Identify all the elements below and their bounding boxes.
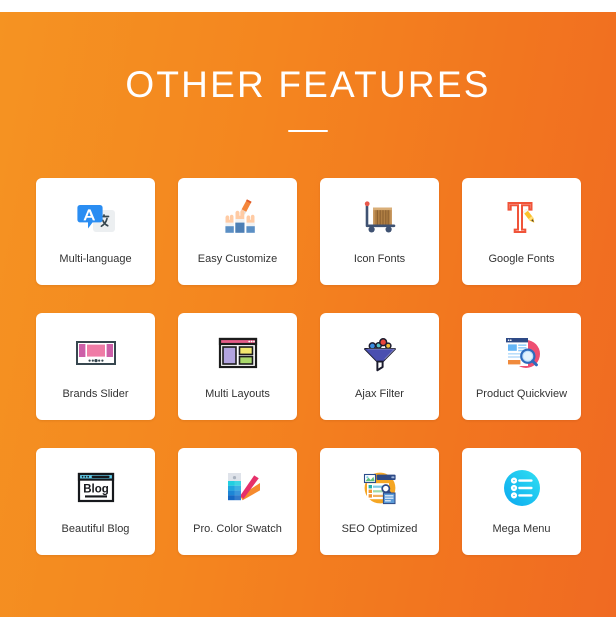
feature-label: SEO Optimized	[341, 523, 418, 535]
feature-label: Multi Layouts	[205, 388, 270, 400]
list-circle-icon	[496, 462, 548, 514]
feature-label: Brands Slider	[62, 388, 129, 400]
features-grid: Multi-language Easy Customize Icon Fonts…	[36, 178, 581, 555]
browser-layout-icon	[212, 327, 264, 379]
feature-label: Icon Fonts	[353, 253, 406, 265]
hands-pencil-icon	[212, 192, 264, 244]
feature-card-multi-layouts[interactable]: Multi Layouts	[178, 313, 297, 420]
section-header: OTHER FEATURES	[0, 12, 616, 132]
feature-card-easy-customize[interactable]: Easy Customize	[178, 178, 297, 285]
feature-label: Pro. Color Swatch	[193, 523, 282, 535]
feature-card-pro-color-swatch[interactable]: Pro. Color Swatch	[178, 448, 297, 555]
hand-truck-box-icon	[354, 192, 406, 244]
translate-icon	[70, 192, 122, 244]
page-title: OTHER FEATURES	[125, 64, 491, 105]
feature-label: Easy Customize	[197, 253, 278, 265]
other-features-section: OTHER FEATURES Multi-language Easy Custo…	[0, 12, 616, 617]
feature-label: Multi-language	[59, 253, 132, 265]
blog-window-icon: Blog	[70, 462, 122, 514]
funnel-balls-icon	[354, 327, 406, 379]
feature-label: Google Fonts	[488, 253, 555, 265]
feature-card-seo-optimized[interactable]: SEO Optimized	[320, 448, 439, 555]
feature-label: Mega Menu	[492, 523, 551, 535]
letter-t-pen-icon	[496, 192, 548, 244]
seo-documents-icon	[354, 462, 406, 514]
page-root: OTHER FEATURES Multi-language Easy Custo…	[0, 0, 616, 617]
feature-card-mega-menu[interactable]: Mega Menu	[462, 448, 581, 555]
title-divider	[288, 130, 328, 132]
top-white-strip	[0, 0, 616, 12]
svg-text:Blog: Blog	[83, 484, 109, 496]
feature-label: Beautiful Blog	[61, 523, 130, 535]
page-magnifier-icon	[496, 327, 548, 379]
carousel-slider-icon	[70, 327, 122, 379]
color-fan-icon	[212, 462, 264, 514]
feature-label: Ajax Filter	[355, 388, 404, 400]
feature-card-icon-fonts[interactable]: Icon Fonts	[320, 178, 439, 285]
feature-card-beautiful-blog[interactable]: Blog Beautiful Blog	[36, 448, 155, 555]
feature-card-product-quickview[interactable]: Product Quickview	[462, 313, 581, 420]
feature-card-multi-language[interactable]: Multi-language	[36, 178, 155, 285]
feature-label: Product Quickview	[475, 388, 568, 400]
feature-card-brands-slider[interactable]: Brands Slider	[36, 313, 155, 420]
feature-card-google-fonts[interactable]: Google Fonts	[462, 178, 581, 285]
feature-card-ajax-filter[interactable]: Ajax Filter	[320, 313, 439, 420]
